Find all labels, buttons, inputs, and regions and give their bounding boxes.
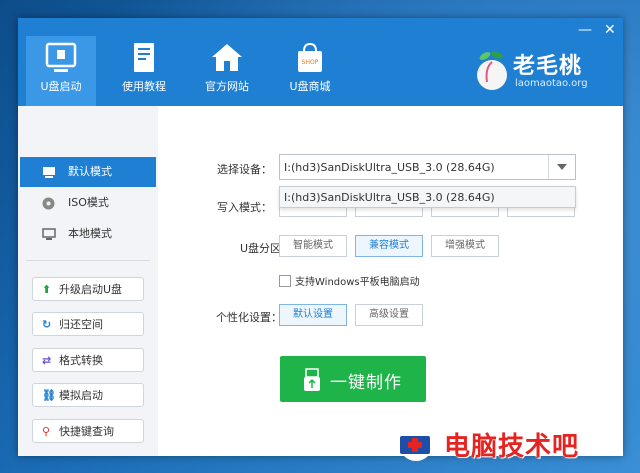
sidebar: 默认模式 ISO模式 本地模式 ⬆ 升级启动U盘 ↻ 归还空间 ⇄ 格式转换 ⛓… (18, 106, 166, 456)
sidebar-divider (26, 260, 150, 261)
advanced-settings-button[interactable]: 高级设置 (355, 304, 423, 326)
refresh-icon: ↻ (42, 318, 52, 331)
format-convert-button[interactable]: ⇄ 格式转换 (32, 348, 144, 372)
brand-url: laomaotao.org (515, 78, 588, 89)
simulate-boot-label: 模拟启动 (59, 389, 103, 402)
mode-default-label: 默认模式 (68, 165, 112, 178)
tablet-boot-checkbox[interactable]: 支持Windows平板电脑启动 (279, 273, 420, 288)
upgrade-arrow-icon: ⬆ (42, 283, 52, 296)
convert-arrows-icon: ⇄ (42, 354, 52, 367)
brand-logo: 老毛桃 laomaotao.org (473, 46, 613, 98)
device-dropdown-option[interactable]: I:(hd3)SanDiskUltra_USB_3.0 (28.64G) (279, 186, 576, 208)
nav-usb-boot[interactable]: U盘启动 (26, 36, 96, 106)
device-label: 选择设备： (217, 163, 272, 176)
restore-space-label: 归还空间 (59, 318, 103, 331)
usb-plug-icon (304, 368, 320, 391)
header-bar: — ✕ U盘启动 使用教程 官方网站 SHOP U盘商城 老毛桃 laomaot… (18, 18, 623, 106)
hotkey-lookup-label: 快捷键查询 (59, 425, 114, 438)
watermark-text: 电脑技术吧 (444, 432, 580, 462)
nav-usb-shop-label: U盘商城 (289, 80, 331, 93)
mode-local-label: 本地模式 (68, 227, 112, 240)
usb-mode-icon (43, 167, 55, 178)
monitor-icon (42, 228, 56, 240)
personalize-label: 个性化设置： (216, 311, 282, 324)
site-watermark: 电脑技术吧 (392, 420, 638, 470)
simulate-boot-button[interactable]: ⛓ 模拟启动 (32, 383, 144, 407)
shop-bag-icon: SHOP (298, 42, 322, 72)
main-panel: 选择设备： I:(hd3)SanDiskUltra_USB_3.0 (28.64… (158, 106, 623, 456)
nav-official-site-label: 官方网站 (205, 80, 249, 93)
nav-official-site[interactable]: 官方网站 (192, 36, 262, 106)
partition-compat-button[interactable]: 兼容模式 (355, 235, 423, 257)
nav-tutorial-label: 使用教程 (122, 80, 166, 93)
nav-usb-shop[interactable]: SHOP U盘商城 (275, 36, 345, 106)
device-select[interactable]: I:(hd3)SanDiskUltra_USB_3.0 (28.64G) (279, 154, 576, 180)
disc-icon (42, 197, 55, 210)
write-mode-option[interactable] (507, 207, 575, 217)
write-mode-label: 写入模式： (217, 201, 272, 214)
one-click-make-label: 一键制作 (330, 373, 402, 393)
checkbox-box[interactable] (279, 275, 291, 287)
tablet-boot-label: 支持Windows平板电脑启动 (295, 277, 420, 288)
device-select-value: I:(hd3)SanDiskUltra_USB_3.0 (28.64G) (284, 161, 495, 174)
write-mode-option[interactable] (431, 207, 499, 217)
hotkey-lookup-button[interactable]: ⚲ 快捷键查询 (32, 419, 144, 443)
nav-usb-boot-label: U盘启动 (40, 80, 82, 93)
one-click-make-button[interactable]: 一键制作 (280, 356, 426, 402)
usb-drive-icon (45, 42, 77, 72)
mode-local[interactable]: 本地模式 (20, 219, 156, 249)
peach-logo-icon (477, 51, 507, 90)
watermark-logo-icon (399, 427, 433, 461)
partition-enhanced-button[interactable]: 增强模式 (431, 235, 499, 257)
mode-default[interactable]: 默认模式 (20, 157, 166, 187)
chevron-down-icon[interactable] (548, 155, 575, 179)
upgrade-usb-label: 升级启动U盘 (59, 283, 123, 296)
restore-space-button[interactable]: ↻ 归还空间 (32, 312, 144, 336)
format-convert-label: 格式转换 (59, 354, 103, 367)
default-settings-button[interactable]: 默认设置 (279, 304, 347, 326)
minimize-button[interactable]: — (578, 22, 592, 38)
home-icon (212, 44, 242, 71)
search-icon: ⚲ (42, 425, 51, 438)
device-option-label: I:(hd3)SanDiskUltra_USB_3.0 (28.64G) (284, 191, 495, 204)
brand-name: 老毛桃 (513, 54, 583, 79)
close-button[interactable]: ✕ (604, 22, 616, 38)
partition-smart-button[interactable]: 智能模式 (279, 235, 347, 257)
book-icon (134, 43, 154, 72)
app-window: — ✕ U盘启动 使用教程 官方网站 SHOP U盘商城 老毛桃 laomaot… (18, 18, 623, 456)
write-mode-option[interactable] (279, 207, 347, 217)
shop-badge-text: SHOP (302, 59, 319, 66)
mode-iso-label: ISO模式 (68, 196, 109, 209)
link-icon: ⛓ (42, 389, 56, 402)
upgrade-usb-button[interactable]: ⬆ 升级启动U盘 (32, 277, 144, 301)
nav-tutorial[interactable]: 使用教程 (109, 36, 179, 106)
write-mode-option[interactable] (355, 207, 423, 217)
mode-iso[interactable]: ISO模式 (20, 188, 156, 218)
